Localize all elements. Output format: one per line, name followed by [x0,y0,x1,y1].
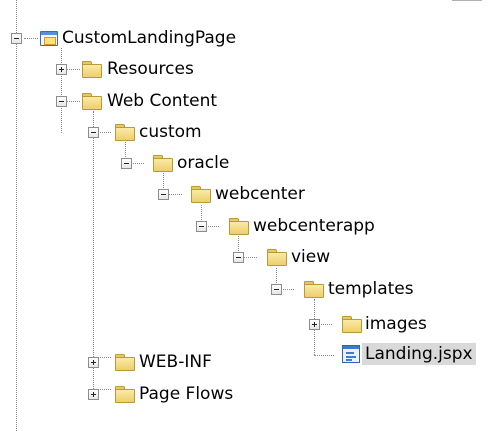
folder-icon [304,281,324,298]
folder-icon [229,218,249,235]
node-label: webcenterapp [253,216,375,236]
collapse-toggle-icon[interactable] [121,158,132,169]
divider [452,0,482,2]
collapse-toggle-icon[interactable] [88,127,99,138]
tree-connector [280,289,294,290]
tree-connector [243,257,257,258]
folder-icon [82,61,102,78]
node-label: webcenter [215,184,305,204]
tree-guide-line [16,0,17,431]
collapse-toggle-icon[interactable] [271,284,282,295]
folder-icon [115,386,135,403]
folder-icon [191,186,211,203]
node-label: Resources [107,59,194,79]
expand-toggle-icon[interactable] [88,357,99,368]
folder-icon [115,354,135,371]
tree-connector [66,69,80,70]
tree-connector [314,355,334,356]
expand-toggle-icon[interactable] [309,319,320,330]
tree-connector [97,132,111,133]
collapse-toggle-icon[interactable] [158,189,169,200]
node-label: view [291,247,331,267]
expand-toggle-icon[interactable] [88,389,99,400]
collapse-toggle-icon[interactable] [196,221,207,232]
tree-connector [130,163,144,164]
node-label: WEB-INF [139,352,212,372]
folder-icon [153,155,173,172]
tree-connector [97,357,111,358]
node-label: Web Content [107,91,218,111]
node-label: Landing.jspx [362,343,476,365]
jspx-file-icon [342,345,360,363]
tree-connector [168,194,182,195]
tree-connector [318,324,332,325]
collapse-toggle-icon[interactable] [233,252,244,263]
collapse-toggle-icon[interactable] [11,33,22,44]
folder-icon [267,249,287,266]
tree-connector [66,101,80,102]
project-tree: CustomLandingPage Resources Web Content … [0,0,501,431]
expand-toggle-icon[interactable] [56,64,67,75]
tree-connector [97,389,111,390]
node-label: images [365,314,427,334]
folder-icon [115,124,135,141]
node-label: oracle [177,153,230,173]
node-label: custom [139,122,202,142]
project-icon [40,31,58,46]
tree-guide-line [61,48,62,133]
node-label: Page Flows [139,384,234,404]
collapse-toggle-icon[interactable] [56,96,67,107]
tree-connector [205,226,219,227]
folder-icon [342,316,362,333]
node-label: templates [328,279,414,299]
node-label: CustomLandingPage [62,28,237,48]
tree-guide-line [93,111,94,391]
tree-connector [24,38,38,39]
folder-icon [82,93,102,110]
